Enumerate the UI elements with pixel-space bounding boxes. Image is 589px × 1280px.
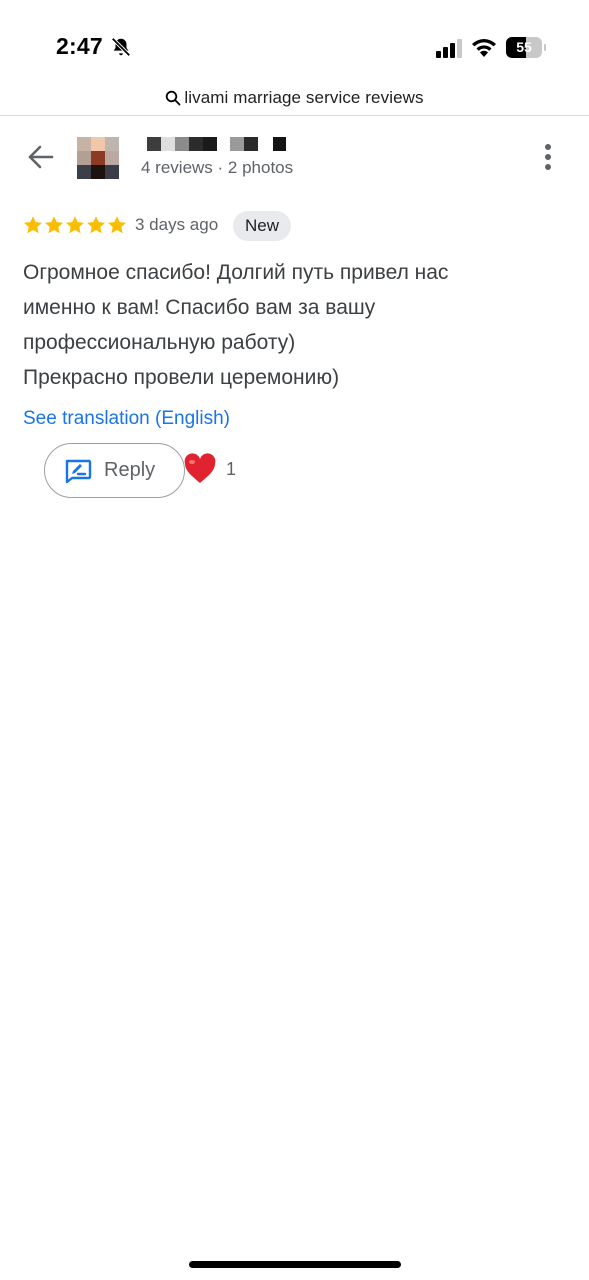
status-time: 2:47: [56, 33, 103, 59]
star-icon: [66, 216, 84, 234]
battery-icon: 55: [506, 37, 546, 58]
battery-body: 55: [506, 37, 542, 58]
star-icon: [87, 216, 105, 234]
new-badge: New: [233, 211, 292, 241]
wifi-icon: [472, 39, 496, 57]
star-icon: [45, 216, 63, 234]
home-indicator[interactable]: [189, 1261, 401, 1268]
review-date: 3 days ago: [135, 215, 219, 234]
heart-icon[interactable]: [183, 452, 217, 486]
search-icon: [166, 90, 181, 106]
reviewer-meta: 4 reviews · 2 photos: [141, 158, 294, 177]
see-translation-link[interactable]: See translation (English): [23, 408, 230, 430]
status-bar: 2:47 55: [0, 0, 589, 80]
reviewer-name-pixelated[interactable]: [147, 137, 286, 151]
reviewer-avatar[interactable]: [77, 137, 119, 179]
review-text-line: Прекрасно провели церемонию): [23, 366, 340, 389]
battery-nub: [544, 44, 546, 51]
review-text-line: профессиональную работу): [23, 331, 296, 354]
star-icon: [108, 216, 126, 234]
reply-icon: [65, 459, 92, 483]
cellular-signal-icon: [436, 39, 462, 58]
review-page: 2:47 55 livami marriage service reviews …: [0, 0, 589, 1280]
review-text-line: именно к вам! Спасибо вам за вашу: [23, 296, 376, 319]
reply-label: Reply: [104, 459, 156, 481]
reply-button[interactable]: Reply: [44, 443, 185, 498]
search-query: livami marriage service reviews: [184, 87, 424, 107]
star-rating: [23, 215, 127, 237]
reaction-count: 1: [226, 459, 237, 479]
bell-off-icon: [111, 37, 131, 57]
review-text: Огромное спасибо! Долгий путь привел нас…: [23, 255, 563, 395]
review-text-line: Огромное спасибо! Долгий путь привел нас: [23, 261, 449, 284]
search-header[interactable]: livami marriage service reviews: [0, 80, 589, 116]
battery-level: 55: [516, 39, 532, 55]
back-arrow-icon[interactable]: [26, 142, 56, 172]
star-icon: [24, 216, 42, 234]
more-options-icon[interactable]: [537, 142, 559, 172]
